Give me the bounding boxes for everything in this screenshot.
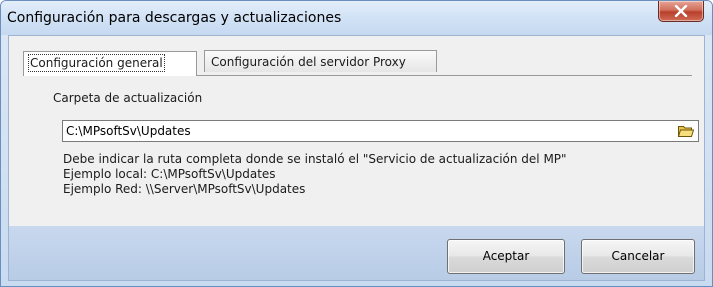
- folder-label: Carpeta de actualización: [53, 91, 203, 105]
- info-line: Ejemplo local: C:\MPsoftSv\Updates: [63, 167, 276, 181]
- tab-label: Configuración general: [28, 54, 165, 72]
- close-icon: [674, 5, 688, 17]
- dialog-window: Configuración para descargas y actualiza…: [0, 0, 713, 287]
- close-button[interactable]: [658, 1, 704, 22]
- tab-configuracion-proxy[interactable]: Configuración del servidor Proxy: [204, 50, 437, 72]
- cancel-button[interactable]: Cancelar: [581, 239, 695, 274]
- info-line: Debe indicar la ruta completa donde se i…: [63, 152, 567, 166]
- accept-button[interactable]: Aceptar: [447, 239, 565, 274]
- folder-open-icon: [677, 126, 695, 137]
- info-text: Debe indicar la ruta completa donde se i…: [63, 152, 567, 197]
- info-line: Ejemplo Red: \\Server\MPsoftSv\Updates: [63, 182, 306, 196]
- browse-folder-button[interactable]: [677, 122, 695, 140]
- window-title: Configuración para descargas y actualiza…: [7, 10, 342, 26]
- tab-configuracion-general[interactable]: Configuración general: [23, 51, 197, 76]
- tab-label: Configuración del servidor Proxy: [211, 55, 406, 69]
- dialog-client-area: Configuración general Configuración del …: [8, 35, 705, 281]
- title-bar[interactable]: Configuración para descargas y actualiza…: [1, 1, 712, 35]
- update-folder-input[interactable]: [62, 120, 699, 142]
